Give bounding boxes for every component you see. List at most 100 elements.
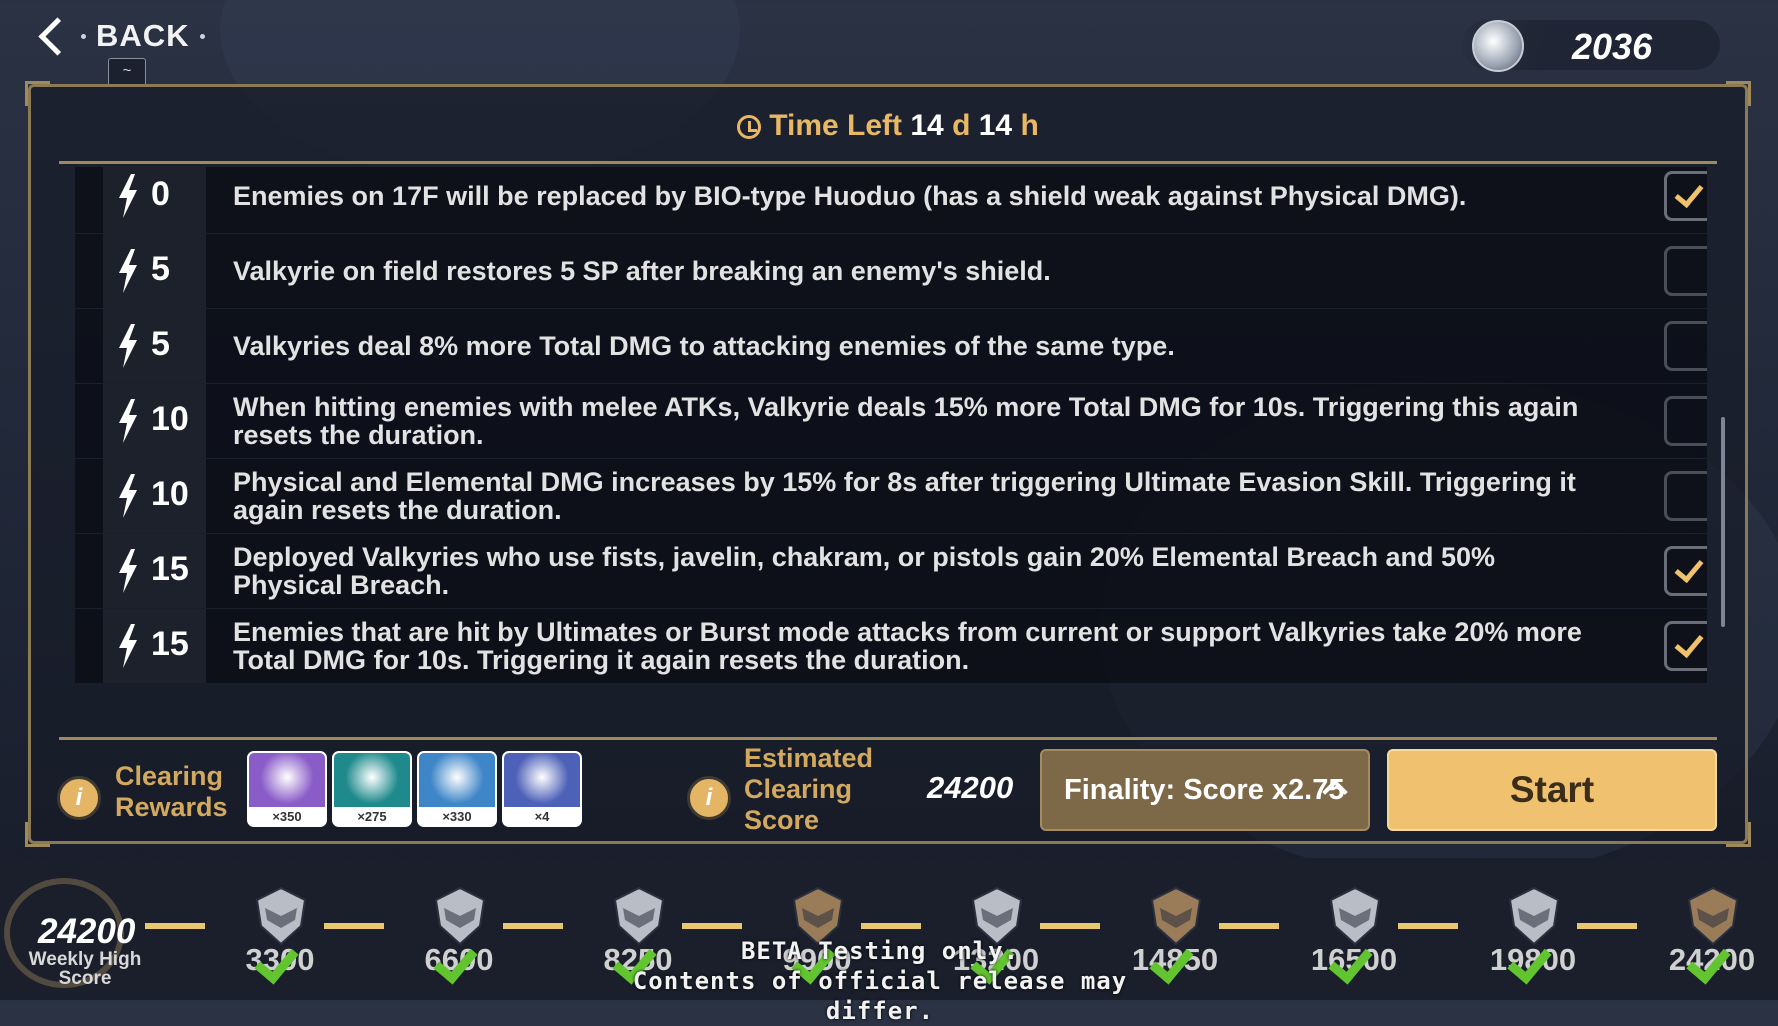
time-left-days-unit: d bbox=[952, 109, 971, 142]
modifier-cost-value: 5 bbox=[151, 325, 170, 363]
helmet-reward-icon bbox=[1329, 886, 1381, 946]
milestone-connector bbox=[145, 923, 205, 929]
green-disc-icon bbox=[334, 753, 410, 807]
modifier-description: Physical and Elemental DMG increases by … bbox=[233, 467, 1576, 525]
modifier-checkbox[interactable] bbox=[1664, 246, 1707, 296]
divider bbox=[59, 737, 1717, 740]
milestone-connector bbox=[1398, 923, 1458, 929]
modifier-description: Deployed Valkyries who use fists, javeli… bbox=[233, 542, 1495, 600]
milestone-reward[interactable]: 16500 bbox=[1311, 886, 1397, 986]
stigmata-crystal-icon bbox=[1472, 20, 1524, 72]
modifier-cost: 15 bbox=[103, 609, 206, 683]
reward-count: ×330 bbox=[442, 809, 472, 824]
lightning-icon bbox=[119, 474, 137, 518]
modifier-cost: 5 bbox=[103, 234, 206, 308]
time-left: Time Left 14 d 14 h bbox=[31, 109, 1745, 143]
modifier-row[interactable]: 10 Physical and Elemental DMG increases … bbox=[75, 459, 1707, 533]
modifier-cost: 0 bbox=[103, 167, 206, 233]
time-left-hours: 14 bbox=[978, 109, 1013, 142]
panel-corner bbox=[25, 822, 50, 847]
helmet-reward-icon bbox=[255, 886, 307, 946]
modifier-panel: Time Left 14 d 14 h 0 Enemies on 17F wil… bbox=[25, 81, 1751, 847]
start-button[interactable]: Start bbox=[1387, 749, 1717, 831]
estimate-info-icon[interactable]: i bbox=[687, 776, 731, 820]
modifier-row[interactable]: 15 Enemies that are hit by Ultimates or … bbox=[75, 609, 1707, 683]
back-label: BACK bbox=[96, 18, 190, 53]
helmet-reward-icon bbox=[1508, 886, 1560, 946]
milestone-connector bbox=[861, 923, 921, 929]
milestone-connector bbox=[682, 923, 742, 929]
modifier-cost-value: 10 bbox=[151, 400, 189, 438]
modifier-cost: 5 bbox=[103, 309, 206, 383]
currency-display: 2036 bbox=[1462, 20, 1720, 72]
panel-corner bbox=[1726, 822, 1751, 847]
reward-count: ×4 bbox=[534, 809, 550, 824]
back-hotkey-hint: ~ bbox=[108, 58, 146, 86]
modifier-cost-value: 5 bbox=[151, 250, 170, 288]
modifier-description: Enemies that are hit by Ultimates or Bur… bbox=[233, 617, 1582, 675]
reward-count: ×350 bbox=[272, 809, 302, 824]
modifier-row[interactable]: 5 Valkyries deal 8% more Total DMG to at… bbox=[75, 309, 1707, 383]
clock-icon bbox=[737, 115, 762, 139]
chevron-left-icon bbox=[38, 16, 77, 56]
modifier-checkbox[interactable] bbox=[1664, 471, 1707, 521]
modifier-list[interactable]: 0 Enemies on 17F will be replaced by BIO… bbox=[75, 167, 1707, 727]
beta-notice: BETA Testing only. Contents of official … bbox=[600, 936, 1160, 1026]
currency-value: 2036 bbox=[1572, 26, 1653, 67]
clearing-rewards-label: Clearing Rewards bbox=[115, 761, 228, 822]
modifier-cost: 15 bbox=[103, 534, 206, 608]
finality-dropdown[interactable]: Finality: Score x2.75 bbox=[1040, 749, 1370, 831]
modifier-cost-value: 0 bbox=[151, 175, 170, 213]
lightning-icon bbox=[119, 324, 137, 368]
milestone-connector bbox=[1577, 923, 1637, 929]
milestone-connector bbox=[1040, 923, 1100, 929]
crystal-egg-icon bbox=[419, 753, 495, 807]
modifier-row[interactable]: 0 Enemies on 17F will be replaced by BIO… bbox=[75, 167, 1707, 233]
milestone-reward[interactable]: 6600 bbox=[419, 886, 499, 986]
modifier-description: Valkyrie on field restores 5 SP after br… bbox=[233, 256, 1051, 286]
panel-corner bbox=[1726, 81, 1751, 106]
modifier-row[interactable]: 10 When hitting enemies with melee ATKs,… bbox=[75, 384, 1707, 458]
back-button[interactable]: BACK bbox=[32, 16, 205, 56]
reward-item[interactable]: ×275 bbox=[332, 751, 412, 827]
modifier-row[interactable]: 15 Deployed Valkyries who use fists, jav… bbox=[75, 534, 1707, 608]
time-left-hours-unit: h bbox=[1020, 109, 1039, 142]
modifier-description: When hitting enemies with melee ATKs, Va… bbox=[233, 392, 1579, 450]
milestone-reward[interactable]: 3300 bbox=[240, 886, 320, 986]
modifier-row[interactable]: 5 Valkyrie on field restores 5 SP after … bbox=[75, 234, 1707, 308]
milestone-connector bbox=[324, 923, 384, 929]
lightning-icon bbox=[119, 174, 137, 218]
helmet-reward-icon bbox=[1687, 886, 1739, 946]
milestone-connector bbox=[503, 923, 563, 929]
estimated-score-value: 24200 bbox=[927, 770, 1014, 805]
divider bbox=[59, 161, 1717, 164]
modifier-checkbox[interactable] bbox=[1664, 321, 1707, 371]
reward-count: ×275 bbox=[357, 809, 387, 824]
reward-item[interactable]: ×330 bbox=[417, 751, 497, 827]
milestone-connector bbox=[1219, 923, 1279, 929]
finality-label: Finality: Score x2.75 bbox=[1064, 773, 1345, 806]
lightning-icon bbox=[119, 624, 137, 668]
lightning-icon bbox=[119, 399, 137, 443]
modifier-cost-value: 15 bbox=[151, 550, 189, 588]
modifier-checkbox[interactable] bbox=[1664, 546, 1707, 596]
milestone-reward[interactable]: 19800 bbox=[1490, 886, 1576, 986]
decor-dot bbox=[81, 33, 86, 39]
rewards-info-icon[interactable]: i bbox=[57, 776, 101, 820]
weekly-high-score-label: Weekly High Score bbox=[28, 949, 142, 989]
reward-item[interactable]: ×4 bbox=[502, 751, 582, 827]
pink-flower-icon bbox=[504, 753, 580, 807]
modifier-checkbox[interactable] bbox=[1664, 621, 1707, 671]
milestone-reward[interactable]: 24200 bbox=[1669, 886, 1755, 986]
reward-item[interactable]: ×350 bbox=[247, 751, 327, 827]
modifier-checkbox[interactable] bbox=[1664, 171, 1707, 221]
weekly-high-score-value: 24200 bbox=[38, 912, 136, 951]
modifier-checkbox[interactable] bbox=[1664, 396, 1707, 446]
modifier-description: Valkyries deal 8% more Total DMG to atta… bbox=[233, 331, 1175, 361]
lightning-icon bbox=[119, 549, 137, 593]
modifier-list-scrollbar[interactable] bbox=[1721, 417, 1725, 627]
decor-dot bbox=[199, 33, 205, 39]
modifier-cost-value: 15 bbox=[151, 625, 189, 663]
panel-corner bbox=[25, 81, 50, 106]
time-left-label: Time Left bbox=[769, 109, 903, 142]
